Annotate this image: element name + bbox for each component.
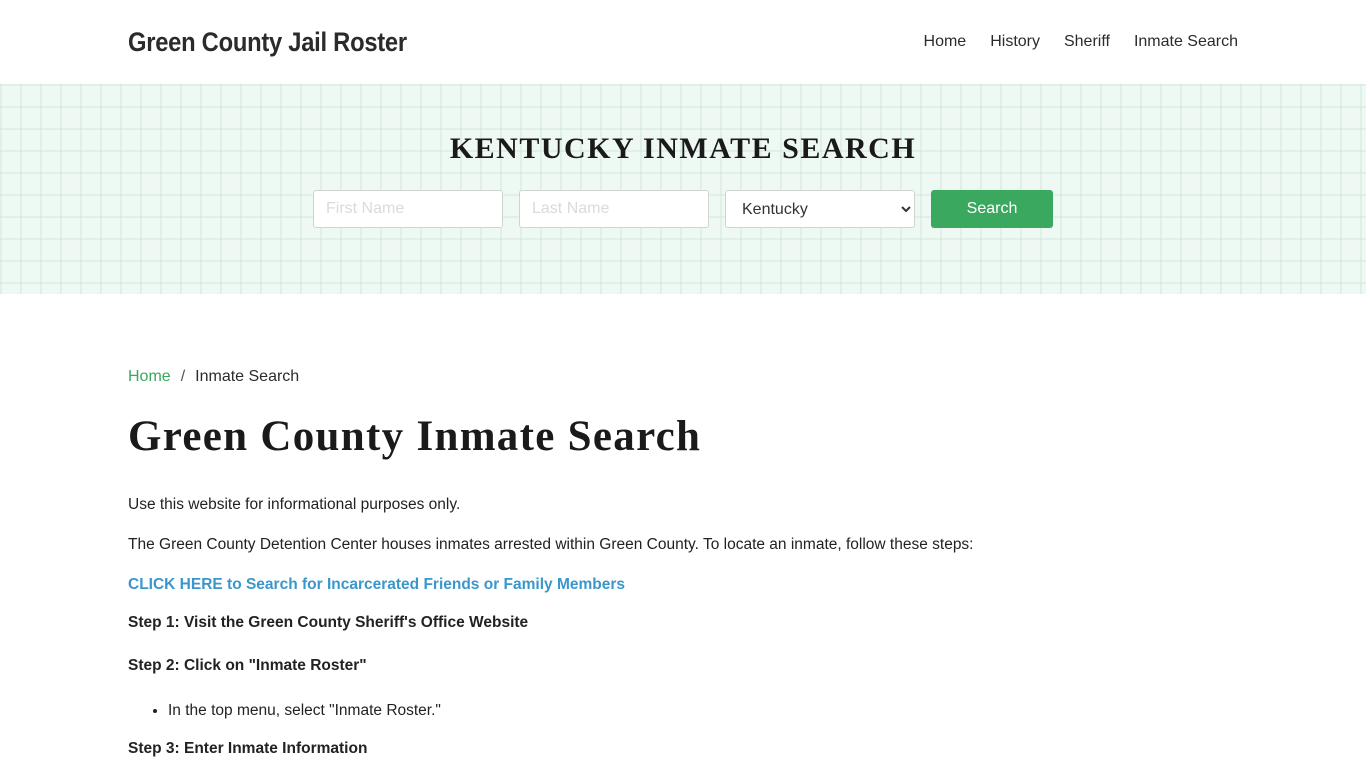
breadcrumb: Home / Inmate Search xyxy=(128,368,1238,386)
site-header: Green County Jail Roster Home History Sh… xyxy=(0,0,1366,84)
hero-search-section: KENTUCKY INMATE SEARCH Kentucky Search xyxy=(0,84,1366,294)
state-select[interactable]: Kentucky xyxy=(725,190,915,228)
step-2-heading: Step 2: Click on "Inmate Roster" xyxy=(128,657,367,674)
nav-sheriff[interactable]: Sheriff xyxy=(1064,33,1110,51)
first-name-input[interactable] xyxy=(313,190,503,228)
search-button[interactable]: Search xyxy=(931,190,1053,228)
step-2-list: In the top menu, select "Inmate Roster." xyxy=(128,701,1238,721)
nav-inmate-search[interactable]: Inmate Search xyxy=(1134,33,1238,51)
step-1-heading: Step 1: Visit the Green County Sheriff's… xyxy=(128,614,529,631)
last-name-input[interactable] xyxy=(519,190,709,228)
breadcrumb-separator: / xyxy=(180,368,186,385)
page-title: Green County Inmate Search xyxy=(128,413,702,460)
breadcrumb-home[interactable]: Home xyxy=(128,368,171,386)
main-content: Home / Inmate Search Green County Inmate… xyxy=(0,294,1366,759)
breadcrumb-current: Inmate Search xyxy=(195,368,300,385)
site-logo-link[interactable]: Green County Jail Roster xyxy=(128,27,407,58)
nav-history[interactable]: History xyxy=(990,33,1040,51)
nav-home[interactable]: Home xyxy=(924,33,967,51)
step-3-heading: Step 3: Enter Inmate Information xyxy=(128,740,368,757)
hero-title: KENTUCKY INMATE SEARCH xyxy=(449,132,917,165)
description-text: The Green County Detention Center houses… xyxy=(128,536,974,553)
search-family-link[interactable]: CLICK HERE to Search for Incarcerated Fr… xyxy=(128,575,625,595)
main-nav: Home History Sheriff Inmate Search xyxy=(900,33,1238,51)
inmate-search-form: Kentucky Search xyxy=(313,190,1053,228)
list-item: In the top menu, select "Inmate Roster." xyxy=(168,701,1238,721)
intro-text: Use this website for informational purpo… xyxy=(128,496,461,513)
